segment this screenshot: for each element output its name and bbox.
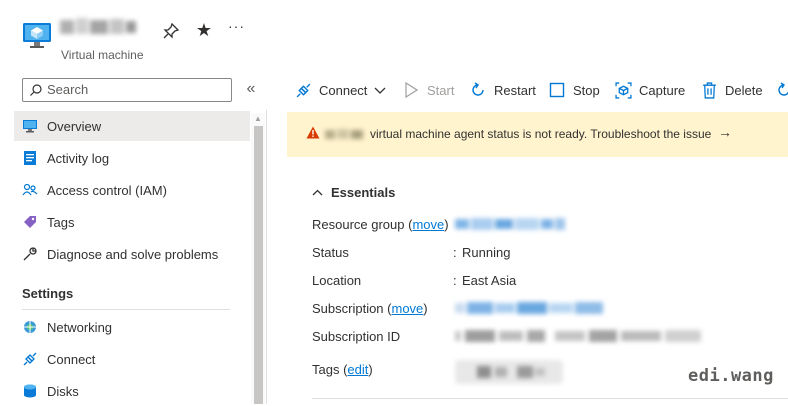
sidebar-item-access-control[interactable]: Access control (IAM) xyxy=(14,175,250,205)
refresh-button[interactable] xyxy=(775,78,788,102)
refresh-icon xyxy=(775,81,788,99)
sidebar-item-label: Disks xyxy=(47,383,79,399)
subscription-label-text: Subscription xyxy=(312,301,384,316)
warning-icon xyxy=(306,126,320,142)
stop-icon xyxy=(548,81,566,99)
favorite-star-icon[interactable]: ★ xyxy=(194,20,214,40)
sidebar-item-networking[interactable]: Networking xyxy=(14,312,250,342)
sidebar-search[interactable] xyxy=(22,78,232,102)
wrench-icon xyxy=(21,245,39,263)
restart-button-label: Restart xyxy=(494,82,536,98)
search-icon xyxy=(30,84,42,96)
tags-value-redacted xyxy=(455,360,563,387)
subscription-id-label: Subscription ID xyxy=(312,329,401,344)
people-icon xyxy=(21,181,39,199)
sidebar-item-disks[interactable]: Disks xyxy=(14,376,250,406)
location-label: Location xyxy=(312,273,362,288)
subscription-value-redacted[interactable] xyxy=(455,300,605,319)
more-options-icon[interactable]: ··· xyxy=(228,18,246,34)
sidebar-item-connect[interactable]: Connect xyxy=(14,344,250,374)
sidebar-item-label: Activity log xyxy=(47,150,110,166)
tags-label-text: Tags xyxy=(312,362,340,377)
sidebar-item-activity-log[interactable]: Activity log xyxy=(14,143,250,173)
move-subscription-link[interactable]: move xyxy=(392,301,424,316)
status-label: Status xyxy=(312,245,349,260)
connect-button-label: Connect xyxy=(319,82,368,98)
delete-button-label: Delete xyxy=(725,82,763,98)
sidebar-item-label: Networking xyxy=(47,319,113,335)
capture-button-label: Capture xyxy=(639,82,686,98)
resource-name-redacted xyxy=(60,16,140,38)
restart-icon xyxy=(469,81,487,99)
virtual-machine-icon xyxy=(22,20,52,50)
network-icon xyxy=(21,318,39,336)
pin-icon[interactable] xyxy=(162,22,180,40)
edit-tags-link[interactable]: edit xyxy=(347,362,368,377)
resource-group-label-text: Resource group xyxy=(312,217,405,232)
stop-button-label: Stop xyxy=(573,82,600,98)
sidebar-item-label: Access control (IAM) xyxy=(47,182,167,198)
location-colon: : xyxy=(453,273,457,288)
delete-button[interactable]: Delete xyxy=(700,78,763,102)
monitor-icon xyxy=(21,117,39,135)
sidebar-item-label: Tags xyxy=(47,214,75,230)
disks-icon xyxy=(21,382,39,400)
search-input[interactable] xyxy=(47,81,225,97)
activity-log-icon xyxy=(21,149,39,167)
section-divider xyxy=(22,309,230,310)
capture-button[interactable]: Capture xyxy=(614,78,685,102)
move-resource-group-link[interactable]: move xyxy=(412,217,444,232)
resource-type-subtitle: Virtual machine xyxy=(61,48,144,62)
chevron-up-icon xyxy=(312,187,324,199)
sidebar-item-label: Diagnose and solve problems xyxy=(47,246,219,262)
sidebar-section-settings: Settings xyxy=(22,286,74,301)
chevron-down-icon xyxy=(374,83,386,98)
warning-message: virtual machine agent status is not read… xyxy=(370,127,712,141)
stop-button[interactable]: Stop xyxy=(548,78,600,102)
resource-group-value-redacted[interactable] xyxy=(455,216,567,235)
sidebar-divider xyxy=(266,110,267,404)
sidebar-item-label: Connect xyxy=(47,351,96,367)
trash-icon xyxy=(700,81,718,99)
collapse-sidebar-icon[interactable]: « xyxy=(244,80,258,98)
play-icon xyxy=(402,81,420,99)
connect-button[interactable]: Connect xyxy=(294,78,386,102)
connect-icon xyxy=(294,81,312,99)
watermark-text: edi.wang xyxy=(688,366,774,386)
start-button-label: Start xyxy=(427,82,455,98)
arrow-right-icon[interactable]: → xyxy=(718,124,732,140)
essentials-title: Essentials xyxy=(331,185,396,200)
resource-group-label: Resource group (move) xyxy=(312,217,449,232)
tag-icon xyxy=(21,213,39,231)
status-value: Running xyxy=(462,245,511,260)
location-value: East Asia xyxy=(462,273,517,288)
tags-label: Tags (edit) xyxy=(312,362,373,377)
agent-status-warning-banner[interactable]: virtual machine agent status is not read… xyxy=(287,112,788,157)
restart-button[interactable]: Restart xyxy=(469,78,536,102)
status-colon: : xyxy=(453,245,457,260)
sidebar-item-diagnose[interactable]: Diagnose and solve problems xyxy=(14,239,250,269)
connect-icon xyxy=(21,350,39,368)
subscription-id-value-redacted xyxy=(455,328,705,347)
scroll-up-arrow-icon[interactable]: ▲ xyxy=(253,114,263,124)
essentials-divider xyxy=(312,398,788,399)
sidebar-item-label: Overview xyxy=(47,118,102,134)
start-button[interactable]: Start xyxy=(402,78,454,102)
vm-name-redacted xyxy=(325,128,365,140)
capture-icon xyxy=(614,81,632,99)
subscription-label: Subscription (move) xyxy=(312,301,428,316)
scrollbar-thumb[interactable] xyxy=(254,126,263,404)
essentials-toggle[interactable]: Essentials xyxy=(312,185,395,200)
sidebar-item-overview[interactable]: Overview xyxy=(14,111,250,141)
sidebar-item-tags[interactable]: Tags xyxy=(14,207,250,237)
